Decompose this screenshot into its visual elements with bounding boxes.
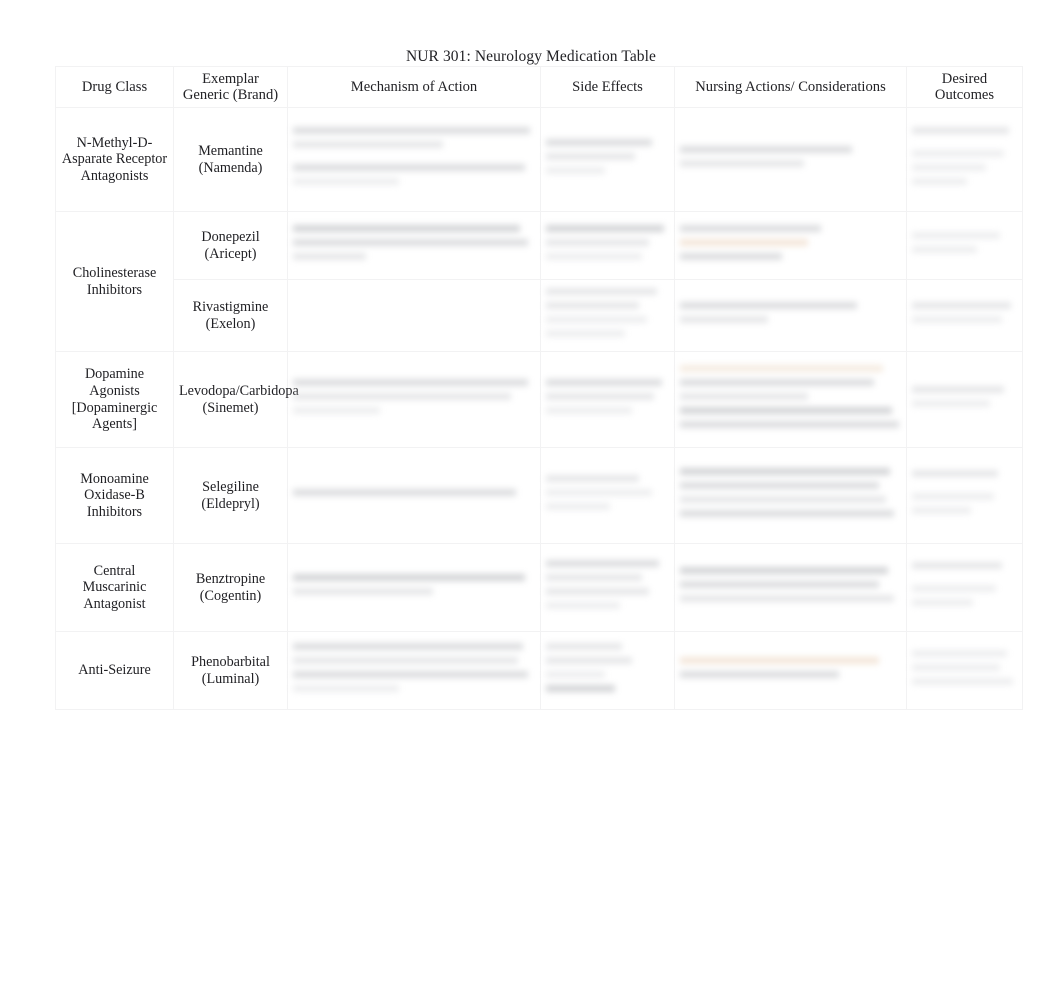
cell-nursing-actions	[674, 211, 907, 280]
cell-side-effects	[540, 543, 675, 632]
cell-desired-outcomes	[906, 279, 1023, 352]
column-header-side-effects: Side Effects	[540, 66, 675, 108]
redacted-text-block	[293, 224, 535, 260]
redacted-text-block	[546, 559, 669, 609]
redacted-text-block	[912, 127, 1017, 185]
cell-side-effects	[540, 447, 675, 544]
redacted-text-block	[293, 642, 535, 692]
table-body: N-Methyl-D-Asparate Receptor Antagonists…	[55, 107, 1023, 710]
redacted-text-block	[546, 642, 669, 692]
redacted-text-block	[680, 364, 901, 428]
cell-drug-class: Cholinesterase Inhibitors	[55, 211, 174, 352]
redacted-text-block	[912, 649, 1017, 685]
column-header-outcomes-line2: Outcomes	[934, 87, 995, 103]
cell-exemplar: Selegiline (Eldepryl)	[173, 447, 288, 544]
cell-desired-outcomes	[906, 447, 1023, 544]
cell-nursing-actions	[674, 631, 907, 710]
cell-drug-class: Central Muscarinic Antagonist	[55, 543, 174, 632]
table-header: Drug Class Exemplar Generic (Brand) Mech…	[55, 66, 1023, 108]
cell-side-effects	[540, 351, 675, 448]
column-header-nursing-actions: Nursing Actions/ Considerations	[674, 66, 907, 108]
redacted-text-block	[680, 566, 901, 602]
cell-mechanism-of-action	[287, 631, 541, 710]
redacted-text-block	[293, 488, 535, 496]
column-header-exemplar: Exemplar Generic (Brand)	[173, 66, 288, 108]
cell-exemplar: Benztropine (Cogentin)	[173, 543, 288, 632]
cell-drug-class: N-Methyl-D-Asparate Receptor Antagonists	[55, 107, 174, 212]
redacted-text-block	[912, 301, 1017, 323]
redacted-text-block	[680, 301, 901, 323]
redacted-text-block	[912, 562, 1017, 606]
header-row: Drug Class Exemplar Generic (Brand) Mech…	[55, 66, 1023, 108]
redacted-text-block	[546, 224, 669, 260]
cell-desired-outcomes	[906, 631, 1023, 710]
cell-exemplar: Memantine (Namenda)	[173, 107, 288, 212]
cell-desired-outcomes	[906, 211, 1023, 280]
column-header-exemplar-line1: Exemplar	[202, 70, 259, 87]
neurology-medication-table: Drug Class Exemplar Generic (Brand) Mech…	[55, 66, 1023, 710]
cell-mechanism-of-action	[287, 211, 541, 280]
cell-mechanism-of-action	[287, 351, 541, 448]
cell-side-effects	[540, 211, 675, 280]
column-header-desired-outcomes: Desired Outcomes	[906, 66, 1023, 108]
cell-side-effects	[540, 631, 675, 710]
column-header-outcomes-line1: Desired	[941, 70, 988, 87]
redacted-text-block	[680, 224, 901, 260]
redacted-text-block	[293, 127, 535, 185]
redacted-text-block	[546, 287, 669, 337]
table-row: Anti-Seizure Phenobarbital (Luminal)	[55, 631, 1023, 710]
cell-nursing-actions	[674, 107, 907, 212]
redacted-text-block	[912, 385, 1017, 407]
cell-desired-outcomes	[906, 107, 1023, 212]
cell-drug-class: Anti-Seizure	[55, 631, 174, 710]
cell-side-effects	[540, 279, 675, 352]
cell-exemplar: Rivastigmine (Exelon)	[173, 279, 288, 352]
table-row: Cholinesterase Inhibitors Donepezil (Ari…	[55, 211, 1023, 352]
cell-exemplar: Donepezil (Aricept)	[173, 211, 288, 280]
cell-nursing-actions	[674, 543, 907, 632]
column-header-exemplar-line2: Generic (Brand)	[182, 87, 279, 103]
column-header-mechanism-of-action: Mechanism of Action	[287, 66, 541, 108]
redacted-text-block	[680, 656, 901, 678]
cell-desired-outcomes	[906, 351, 1023, 448]
cell-exemplar: Levodopa/Carbidopa (Sinemet)	[173, 351, 299, 448]
table-row: Monoamine Oxidase-B Inhibitors Selegilin…	[55, 447, 1023, 544]
column-header-drug-class: Drug Class	[55, 66, 174, 108]
redacted-text-block	[293, 573, 535, 595]
cell-drug-class: Dopamine Agonists [Dopaminergic Agents]	[55, 351, 174, 448]
cell-exemplar: Phenobarbital (Luminal)	[173, 631, 288, 710]
table-row: Dopamine Agonists [Dopaminergic Agents] …	[55, 351, 1023, 448]
redacted-text-block	[546, 474, 669, 510]
redacted-text-block	[680, 145, 901, 167]
cell-desired-outcomes	[906, 543, 1023, 632]
cell-mechanism-of-action	[287, 447, 541, 544]
redacted-text-block	[680, 467, 901, 517]
cell-nursing-actions	[674, 279, 907, 352]
table-row: Rivastigmine (Exelon)	[56, 279, 1023, 352]
cell-side-effects	[540, 107, 675, 212]
cell-mechanism-of-action	[287, 279, 541, 352]
cell-nursing-actions	[674, 351, 907, 448]
redacted-text-block	[912, 231, 1017, 253]
table-row: Central Muscarinic Antagonist Benztropin…	[55, 543, 1023, 632]
cell-mechanism-of-action	[287, 107, 541, 212]
redacted-text-block	[546, 138, 669, 174]
redacted-text-block	[912, 470, 1017, 514]
cell-mechanism-of-action	[287, 543, 541, 632]
redacted-text-block	[546, 378, 669, 414]
cell-nursing-actions	[674, 447, 907, 544]
redacted-text-block	[293, 378, 535, 414]
page-title: NUR 301: Neurology Medication Table	[405, 48, 657, 65]
cell-drug-class: Monoamine Oxidase-B Inhibitors	[55, 447, 174, 544]
table-row: N-Methyl-D-Asparate Receptor Antagonists…	[55, 107, 1023, 212]
